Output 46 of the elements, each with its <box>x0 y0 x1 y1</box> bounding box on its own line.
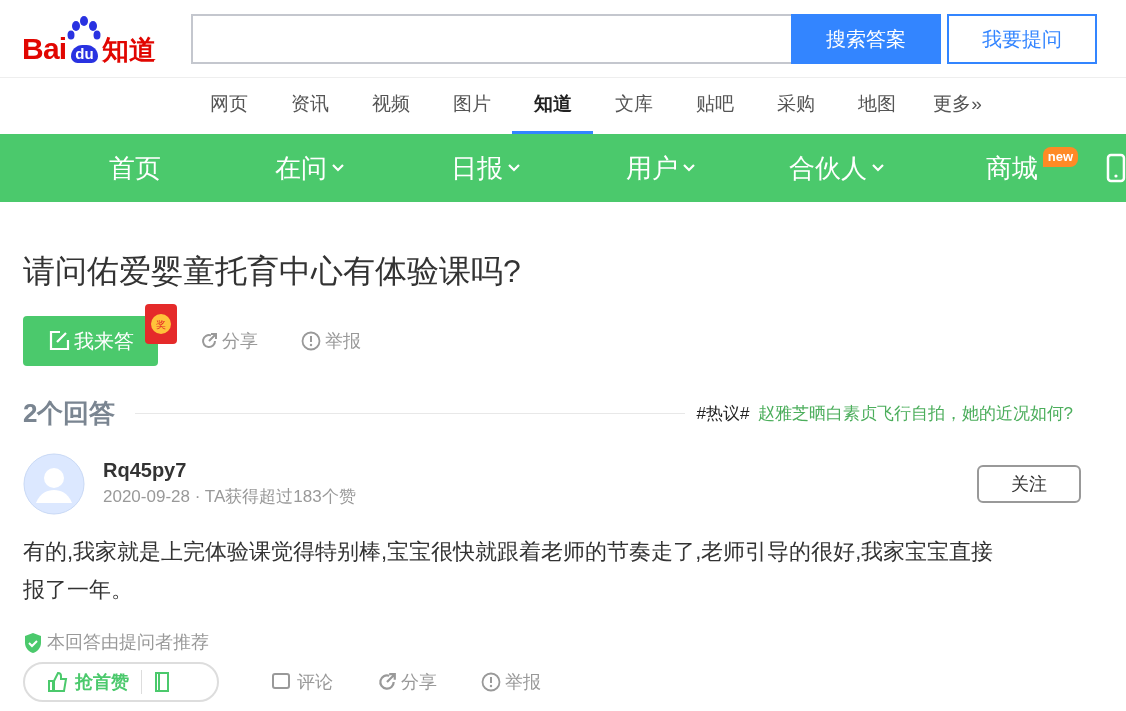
report-link[interactable]: 举报 <box>481 668 541 696</box>
hot-topic-link[interactable]: 赵雅芝晒白素贞飞行自拍，她的近况如何? <box>757 400 1073 427</box>
nav-tab[interactable]: 地图 <box>836 78 917 134</box>
user-name[interactable]: Rq45py7 <box>103 457 356 483</box>
follow-button[interactable]: 关注 <box>977 465 1081 503</box>
search-button[interactable]: 搜索答案 <box>791 13 941 64</box>
share-icon <box>200 332 218 350</box>
nav-tab[interactable]: 文库 <box>593 78 674 134</box>
new-badge: new <box>1042 146 1079 167</box>
alert-icon <box>301 331 321 351</box>
answer-count: 2个回答 <box>23 397 116 430</box>
comment-icon <box>271 672 291 692</box>
like-button[interactable]: 抢首赞 <box>47 668 129 696</box>
menu-item[interactable]: 用户 <box>626 148 697 188</box>
nav-tab[interactable]: 网页 <box>188 78 269 134</box>
answer-text: 有的,我家就是上完体验课觉得特别棒,宝宝很快就跟着老师的节奏走了,老师引导的很好,我家宝宝直接报了一年。 <box>23 538 995 604</box>
thumbs-up-icon <box>47 671 69 693</box>
alert-icon <box>481 672 501 692</box>
recommended-note: 本回答由提问者推荐 <box>47 631 209 654</box>
menu-item[interactable]: 在问 <box>275 148 346 188</box>
hot-tag: #热议# <box>696 400 750 427</box>
share-link[interactable]: 分享 <box>200 327 258 355</box>
nav-tab[interactable]: 视频 <box>350 78 431 134</box>
menu-item[interactable]: 商城 <box>986 148 1039 188</box>
nav-tab[interactable]: 贴吧 <box>674 78 755 134</box>
baidu-logo[interactable]: Bai du 知道 <box>22 13 176 64</box>
answer-meta: 2020-09-28 · TA获得超过183个赞 <box>103 486 356 508</box>
share-link[interactable]: 分享 <box>377 668 437 696</box>
ask-button[interactable]: 我要提问 <box>947 13 1097 64</box>
menu-item[interactable]: 日报 <box>450 148 521 188</box>
comment-link[interactable]: 评论 <box>271 668 333 696</box>
phone-icon[interactable] <box>1106 153 1126 183</box>
edit-icon <box>47 330 70 352</box>
nav-tab[interactable]: 资讯 <box>269 78 350 134</box>
menu-item[interactable]: 合伙人 <box>788 148 885 188</box>
shield-check-icon <box>23 631 43 654</box>
share-icon <box>377 672 397 692</box>
avatar[interactable] <box>23 453 85 515</box>
report-link[interactable]: 举报 <box>301 327 361 355</box>
search-field[interactable] <box>191 13 791 64</box>
menu-item[interactable]: 首页 <box>108 148 161 188</box>
prize-envelope-icon: 奖 <box>145 304 177 344</box>
nav-tab[interactable]: 采购 <box>755 78 836 134</box>
nav-tab[interactable]: 图片 <box>431 78 512 134</box>
question-title: 请问佑爱婴童托育中心有体验课吗? <box>23 252 522 291</box>
nav-tab[interactable]: 更多» <box>917 78 998 134</box>
